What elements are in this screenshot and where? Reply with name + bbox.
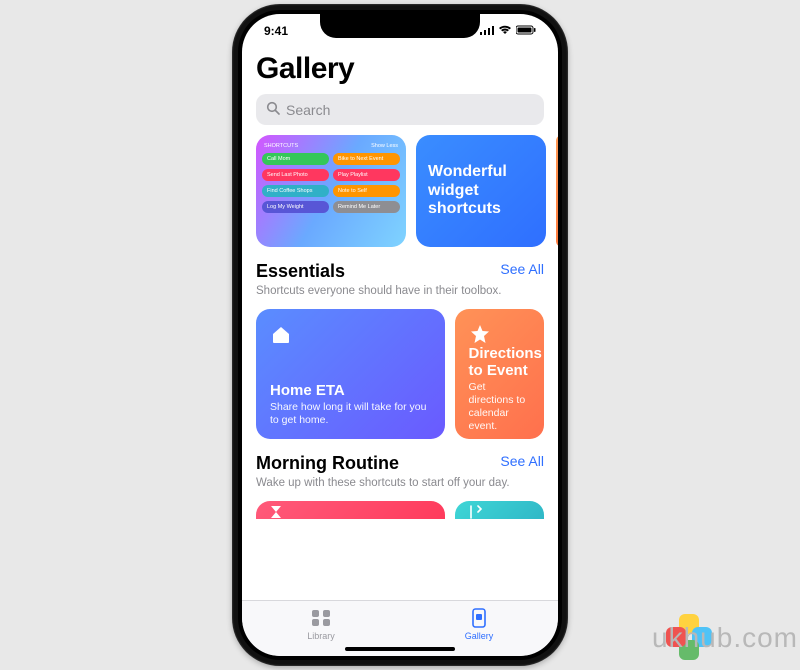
card-desc: Get directions to calendar event. (469, 381, 530, 434)
widget-pill: Remind Me Later (333, 201, 400, 213)
hero-card-widget-preview[interactable]: SHORTCUTS Show Less Call Mom Bike to Nex… (256, 135, 406, 247)
hero-card-peek[interactable] (556, 135, 558, 247)
widget-pill: Call Mom (262, 153, 329, 165)
status-time: 9:41 (264, 24, 288, 38)
screen: 9:41 Gallery (242, 14, 558, 656)
notch (320, 14, 480, 38)
section-subtitle-essentials: Shortcuts everyone should have in their … (256, 284, 544, 299)
widget-header-label: SHORTCUTS (264, 143, 298, 149)
essentials-carousel[interactable]: Home ETA Share how long it will take for… (256, 309, 544, 439)
widget-pill: Log My Weight (262, 201, 329, 213)
widget-pill-grid: Call Mom Bike to Next Event Send Last Ph… (262, 153, 400, 213)
wifi-icon (498, 24, 512, 38)
search-icon (266, 101, 280, 118)
shortcut-card-morning-2[interactable] (455, 501, 544, 519)
content-area[interactable]: Gallery Search SHORTCUTS Show Less (242, 48, 558, 600)
card-desc: Share how long it will take for you to g… (270, 401, 431, 427)
see-all-essentials[interactable]: See All (500, 261, 544, 277)
home-icon (270, 323, 292, 345)
tab-gallery[interactable]: Gallery (400, 601, 558, 648)
hero-card-title: Wonderful widget shortcuts (428, 163, 534, 218)
gallery-icon (468, 608, 490, 630)
section-subtitle-morning: Wake up with these shortcuts to start of… (256, 476, 544, 491)
section-title-essentials: Essentials (256, 261, 345, 282)
phone-frame: 9:41 Gallery (232, 4, 568, 666)
page-title: Gallery (256, 52, 544, 86)
battery-icon (516, 24, 536, 38)
watermark-text: ukhub.com (652, 622, 798, 654)
tab-label: Gallery (465, 631, 494, 641)
widget-pill: Bike to Next Event (333, 153, 400, 165)
star-icon (469, 323, 491, 345)
see-all-morning[interactable]: See All (500, 453, 544, 469)
card-title: Directions to Event (469, 345, 530, 379)
tab-library[interactable]: Library (242, 601, 400, 648)
shortcut-card-home-eta[interactable]: Home ETA Share how long it will take for… (256, 309, 445, 439)
shortcut-card-directions[interactable]: Directions to Event Get directions to ca… (455, 309, 544, 439)
hero-carousel[interactable]: SHORTCUTS Show Less Call Mom Bike to Nex… (256, 135, 544, 247)
cellular-signal-icon (480, 24, 494, 38)
tab-label: Library (307, 631, 335, 641)
widget-pill: Play Playlist (333, 169, 400, 181)
search-input[interactable]: Search (256, 94, 544, 125)
utensils-icon (467, 505, 483, 519)
grid-icon (310, 608, 332, 630)
card-title: Home ETA (270, 382, 431, 399)
widget-pill: Note to Self (333, 185, 400, 197)
hourglass-icon (268, 505, 284, 519)
widget-pill: Find Coffee Shops (262, 185, 329, 197)
home-indicator[interactable] (345, 647, 455, 651)
section-title-morning: Morning Routine (256, 453, 399, 474)
search-placeholder: Search (286, 102, 330, 118)
shortcut-card-morning-1[interactable] (256, 501, 445, 519)
widget-pill: Send Last Photo (262, 169, 329, 181)
widget-show-less: Show Less (371, 143, 398, 149)
hero-card-wonderful[interactable]: Wonderful widget shortcuts (416, 135, 546, 247)
morning-carousel[interactable] (256, 501, 544, 519)
